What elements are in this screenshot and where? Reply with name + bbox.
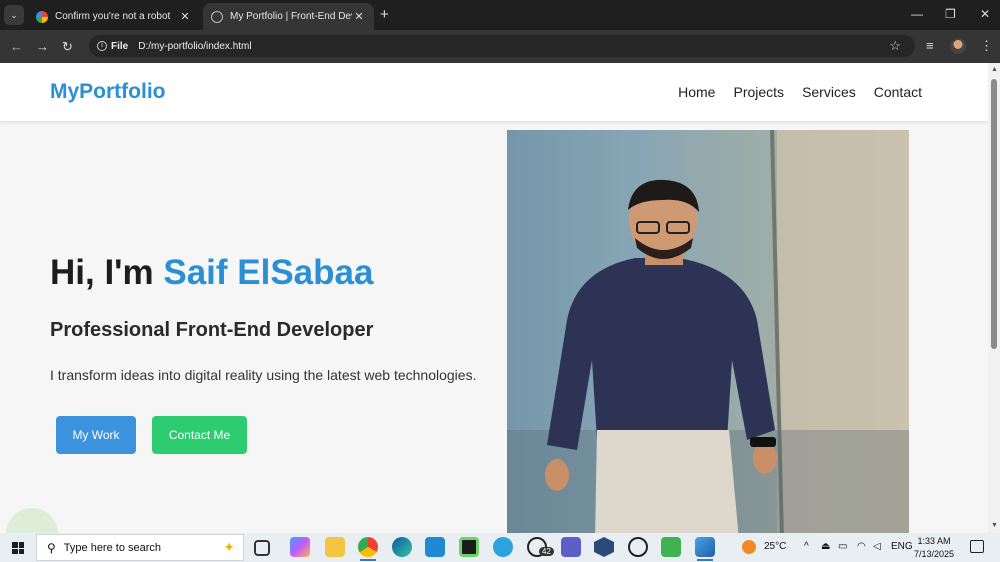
profile-photo [507,130,909,533]
file-explorer-icon[interactable] [325,537,345,557]
close-tab-icon[interactable]: ✕ [352,10,366,23]
scroll-down-icon[interactable]: ▼ [991,522,998,529]
address-bar[interactable]: i File D:/my-portfolio/index.html ☆ [89,35,915,57]
new-tab-plus-icon[interactable]: + [380,6,389,23]
scrollbar-thumb[interactable] [991,79,997,349]
nav-contact[interactable]: Contact [874,84,922,100]
close-tab-icon[interactable]: ✕ [178,10,192,23]
site-header: MyPortfolio Home Projects Services Conta… [0,63,988,121]
menu-kebab-icon[interactable]: ⋮ [980,38,993,54]
clock-time: 1:33 AM [917,536,951,546]
wifi-icon[interactable]: ◠ [857,541,866,552]
weather-temp[interactable]: 25°C [764,541,786,552]
chatgpt-icon[interactable] [628,537,648,557]
tab-title: Confirm you're not a robot [55,11,171,22]
nav-services[interactable]: Services [802,84,856,100]
teams-icon[interactable] [561,537,581,557]
chart-app-icon[interactable] [661,537,681,557]
google-favicon-icon [36,10,48,23]
reading-list-icon[interactable]: ≡ [926,38,934,53]
hero-title: Hi, I'm Saif ElSabaa [50,253,373,293]
volume-icon[interactable]: ◁ [873,541,881,552]
edge-icon[interactable] [392,537,412,557]
contact-me-button[interactable]: Contact Me [152,416,247,454]
reload-icon[interactable]: ↻ [62,39,73,55]
profile-photo-illustration [507,130,909,533]
weather-icon[interactable] [742,540,756,554]
terminal-app-icon[interactable] [459,537,479,557]
photos-icon[interactable] [695,537,715,561]
language-indicator[interactable]: ENG [891,541,913,552]
page-scrollbar[interactable]: ▲ ▼ [988,63,1000,533]
battery-icon[interactable]: ▭ [838,541,847,552]
tab-title: My Portfolio | Front-End Developer [230,11,352,22]
copilot-icon[interactable] [290,537,310,557]
close-window-icon[interactable]: ✕ [980,7,990,21]
scroll-up-icon[interactable]: ▲ [991,66,998,73]
search-placeholder: Type here to search [63,541,162,554]
back-arrow-icon[interactable]: ← [10,39,23,54]
taskbar-search-box[interactable]: ⚲ Type here to search ✦ [36,534,244,561]
site-logo[interactable]: MyPortfolio [50,80,166,104]
browser-tab-bar: ⌄ Confirm you're not a robot ✕ My Portfo… [0,0,1000,30]
minimize-icon[interactable]: — [911,7,923,21]
hero-greeting: Hi, I'm [50,253,164,292]
hexagon-app-icon[interactable] [594,537,614,557]
restore-icon[interactable]: ❐ [945,7,956,21]
search-icon: ⚲ [47,540,56,555]
windows-taskbar: ⚲ Type here to search ✦ 42 25°C ^ ⏏ ▭ ◠ … [0,533,1000,562]
whatsapp-badge: 42 [539,547,554,556]
task-view-icon[interactable] [254,540,270,556]
bookmark-star-icon[interactable]: ☆ [889,38,901,54]
tray-chevron-up-icon[interactable]: ^ [804,541,809,552]
page-viewport: MyPortfolio Home Projects Services Conta… [0,63,988,533]
chrome-icon[interactable] [358,537,378,561]
url-text[interactable]: D:/my-portfolio/index.html [138,41,251,52]
sparkle-icon[interactable]: ✦ [223,539,235,556]
hero-description: I transform ideas into digital reality u… [50,367,477,383]
vscode-icon[interactable] [425,537,445,557]
hero-name: Saif ElSabaa [163,253,374,292]
tab-search-chevron-icon[interactable]: ⌄ [4,5,24,25]
clock-date: 7/13/2025 [914,549,955,559]
tab-confirm-robot[interactable]: Confirm you're not a robot ✕ [28,3,200,30]
globe-favicon-icon [211,10,223,23]
forward-arrow-icon[interactable]: → [36,39,49,54]
hero-subtitle: Professional Front-End Developer [50,319,374,341]
nav-home[interactable]: Home [678,84,715,100]
browser-toolbar: ← → ↻ i File D:/my-portfolio/index.html … [0,30,1000,63]
file-chip: File [111,40,129,52]
windows-start-icon[interactable] [12,542,24,554]
notifications-icon[interactable] [970,540,984,553]
tab-my-portfolio[interactable]: My Portfolio | Front-End Developer ✕ [203,3,374,30]
profile-avatar[interactable] [950,38,966,54]
clock[interactable]: 1:33 AM 7/13/2025 [914,535,954,561]
my-work-button[interactable]: My Work [56,416,136,454]
main-nav: Home Projects Services Contact [678,84,922,100]
usb-icon[interactable]: ⏏ [821,541,830,552]
site-info-icon[interactable]: i [97,41,107,51]
telegram-icon[interactable] [493,537,513,557]
nav-projects[interactable]: Projects [733,84,784,100]
